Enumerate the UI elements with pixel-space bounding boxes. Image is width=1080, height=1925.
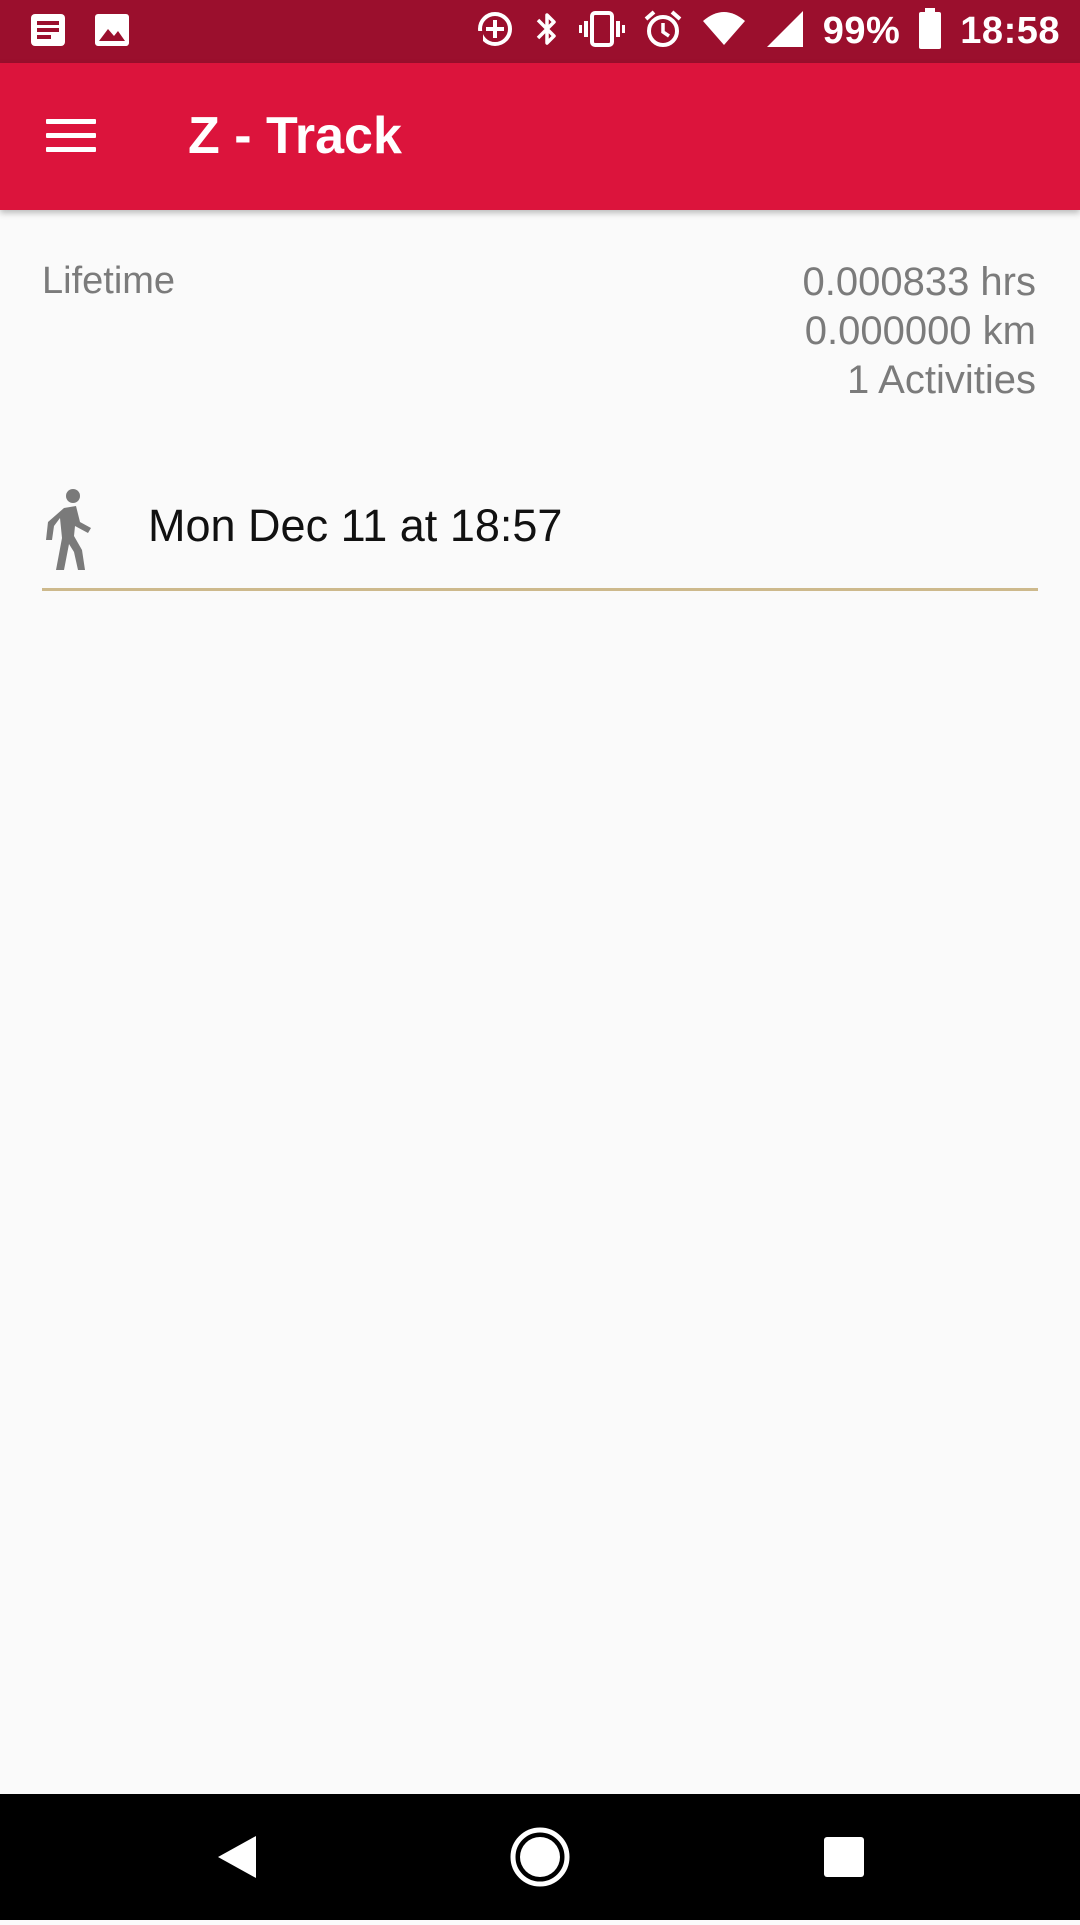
- alarm-icon: [643, 9, 683, 54]
- lifetime-label: Lifetime: [42, 260, 176, 302]
- system-nav-bar: [0, 1794, 1080, 1920]
- status-bar: 99% 18:58: [0, 0, 1080, 63]
- status-time: 18:58: [960, 10, 1060, 52]
- home-icon[interactable]: [480, 1794, 600, 1920]
- vibrate-icon: [578, 9, 625, 54]
- app-title: Z - Track: [188, 107, 402, 165]
- signal-icon: [765, 9, 805, 54]
- walking-person-icon: [42, 488, 98, 572]
- battery-icon: [918, 8, 942, 55]
- lifetime-distance: 0.000000 km: [804, 309, 1036, 353]
- news-icon: [30, 12, 66, 53]
- status-bar-right: 99% 18:58: [474, 0, 1060, 63]
- app-toolbar: Z - Track: [0, 63, 1080, 210]
- lifetime-activities: 1 Activities: [847, 358, 1036, 402]
- battery-percent: 99%: [822, 10, 901, 52]
- bluetooth-icon: [533, 9, 561, 54]
- lifetime-stats: 0.000833 hrs 0.000000 km 1 Activities: [802, 258, 1036, 405]
- back-icon[interactable]: [176, 1794, 296, 1920]
- status-bar-left: [30, 12, 130, 53]
- activity-date: Mon Dec 11 at 18:57: [148, 500, 563, 551]
- lifetime-hours: 0.000833 hrs: [802, 260, 1036, 304]
- data-saver-icon: [474, 9, 515, 54]
- hamburger-menu-icon[interactable]: [40, 111, 96, 161]
- activity-list-item[interactable]: Mon Dec 11 at 18:57: [42, 482, 1038, 588]
- image-icon: [94, 12, 130, 53]
- recents-icon[interactable]: [784, 1794, 904, 1920]
- wifi-icon: [701, 9, 747, 54]
- divider: [42, 588, 1038, 591]
